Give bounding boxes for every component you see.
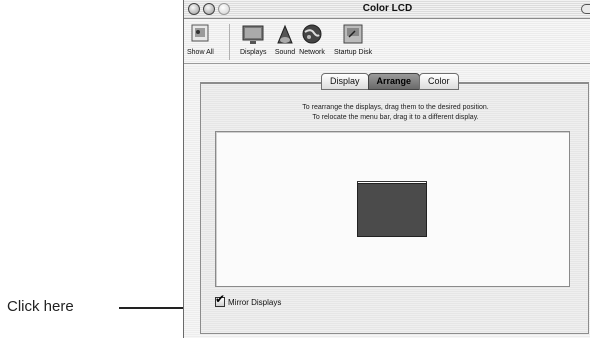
startup-disk-icon (343, 24, 363, 44)
content-area: Display Arrange Color To rearrange the d… (184, 65, 590, 338)
toolbar-toggle-button[interactable] (581, 4, 590, 14)
window-title: Color LCD (362, 3, 413, 14)
tab-color[interactable]: Color (419, 73, 459, 90)
toolbar-sound-label: Sound (274, 49, 296, 56)
toolbar-startup-disk[interactable]: Startup Disk (334, 23, 372, 56)
toolbar-separator (229, 24, 230, 60)
tab-display[interactable]: Display (321, 73, 369, 90)
mirror-displays-option[interactable]: ✔ Mirror Displays (215, 293, 281, 307)
tab-arrange[interactable]: Arrange (367, 73, 421, 90)
toolbar-displays[interactable]: Displays (240, 23, 266, 56)
network-icon (302, 24, 322, 44)
mirror-displays-label[interactable]: Mirror Displays (228, 298, 281, 307)
display-thumbnail[interactable] (357, 183, 427, 237)
toolbar-sound[interactable]: Sound (272, 23, 298, 56)
arrange-pane: To rearrange the displays, drag them to … (200, 82, 589, 334)
display-arrangement-area[interactable] (215, 131, 570, 287)
instruction-line-1: To rearrange the displays, drag them to … (302, 104, 489, 111)
title-bar[interactable]: Color LCD (184, 0, 590, 19)
toolbar-startup-disk-label: Startup Disk (334, 49, 373, 56)
mirror-displays-checkbox[interactable]: ✔ (215, 293, 225, 307)
toolbar-network-label: Network (299, 49, 325, 56)
toolbar-displays-label: Displays (240, 49, 267, 56)
toolbar-show-all-label: Show All (187, 49, 214, 56)
show-all-icon (191, 24, 209, 42)
toolbar-show-all[interactable]: Show All (187, 23, 214, 56)
toolbar: Show All Displays Sound Network Startup … (184, 20, 590, 64)
preferences-window: Color LCD Show All Displays Sound Networ… (183, 0, 590, 338)
displays-icon (242, 25, 264, 44)
checkmark-icon: ✔ (215, 292, 226, 306)
toolbar-network[interactable]: Network (299, 23, 325, 56)
tab-bar: Display Arrange Color (321, 73, 459, 90)
callout-label: Click here (7, 298, 74, 315)
sound-icon (277, 24, 293, 44)
instruction-line-2: To relocate the menu bar, drag it to a d… (312, 114, 479, 121)
